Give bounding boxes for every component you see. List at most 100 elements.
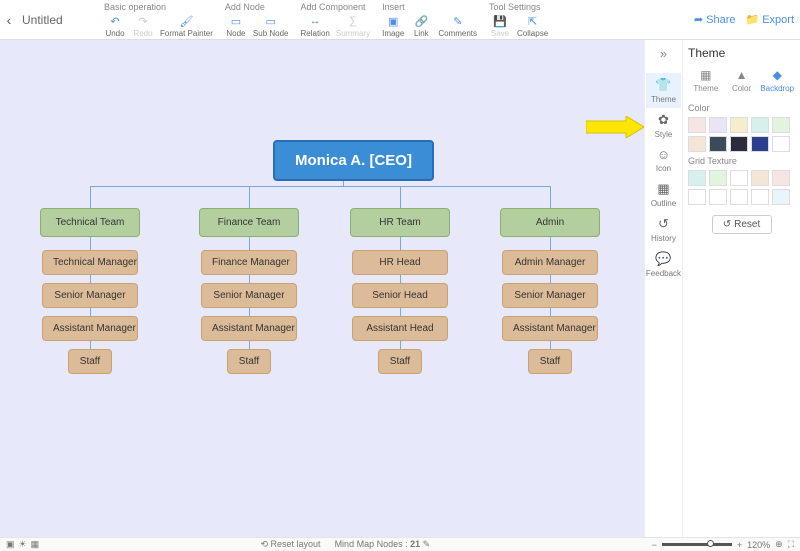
texture-section-label: Grid Texture [688,156,795,166]
color-swatch[interactable] [751,117,769,133]
texture-swatch[interactable] [730,170,748,186]
reset-layout-button[interactable]: ⟲ Reset layout [260,539,320,550]
color-swatch[interactable] [709,136,727,152]
document-title[interactable]: Untitled [18,0,98,39]
color-swatch[interactable] [688,136,706,152]
color-swatch[interactable] [730,117,748,133]
summary-button: ∑Summary [336,14,370,38]
texture-swatch[interactable] [709,189,727,205]
color-swatch[interactable] [709,117,727,133]
panel-tab-theme[interactable]: ▦Theme [688,68,724,93]
node-sub[interactable]: Assistant Manager [201,316,297,341]
node-sub[interactable]: HR Head [352,250,448,275]
texture-swatch[interactable] [751,189,769,205]
rail-outline[interactable]: ▦Outline [646,177,681,212]
top-toolbar: ‹ Untitled Basic operation↶Undo↷Redo🖌For… [0,0,800,40]
save-icon: 💾 [493,14,507,28]
zoom-in-button[interactable]: + [737,540,742,550]
connector-line [90,186,550,187]
node-sub[interactable]: Admin Manager [502,250,598,275]
sb-icon[interactable]: ☀ [19,539,27,550]
color-swatch[interactable] [772,136,790,152]
node-sub[interactable]: Technical Manager [42,250,138,275]
rail-style[interactable]: ✿Style [646,108,681,143]
node-sub[interactable]: Senior Manager [201,283,297,308]
rail-history[interactable]: ↺History [646,212,681,247]
center-view-button[interactable]: ⊕ [775,539,783,550]
theme-icon: 👕 [655,77,671,93]
node-team[interactable]: Technical Team [40,208,140,237]
texture-swatch[interactable] [772,189,790,205]
undo-button[interactable]: ↶Undo [104,14,126,38]
node-sub[interactable]: Assistant Manager [502,316,598,341]
color-swatch[interactable] [772,117,790,133]
node-sub[interactable]: Finance Manager [201,250,297,275]
texture-swatch[interactable] [688,189,706,205]
sb-icon[interactable]: ▣ [6,539,15,550]
texture-swatch[interactable] [730,189,748,205]
fullscreen-button[interactable]: ⛶ [788,539,794,550]
node-sub[interactable]: Assistant Head [352,316,448,341]
panel-tab-backdrop[interactable]: ◆Backdrop [759,68,795,93]
comments-icon: ✎ [451,14,465,28]
connector-line [550,186,551,210]
node-team[interactable]: Admin [500,208,600,237]
connector-line [249,186,250,210]
zoom-slider[interactable] [662,543,732,546]
sb-icon[interactable]: ▦ [31,539,40,550]
node-sub[interactable]: Senior Manager [42,283,138,308]
comments-button[interactable]: ✎Comments [438,14,477,38]
sub-node-icon: ▭ [264,14,278,28]
theme-panel: Theme ▦Theme▲Color◆Backdrop Color Grid T… [682,40,800,537]
export-button[interactable]: 📁Export [746,13,795,26]
texture-swatch[interactable] [751,170,769,186]
icon-icon: ☺ [657,147,670,162]
collapse-button[interactable]: ⇱Collapse [517,14,548,38]
texture-swatch[interactable] [772,170,790,186]
rail-theme[interactable]: 👕Theme [646,73,681,108]
color-swatch[interactable] [688,117,706,133]
node-sub[interactable]: Staff [378,349,422,374]
format-painter-button[interactable]: 🖌Format Painter [160,14,213,38]
canvas[interactable]: Monica A. [CEO] Technical Team Technical … [0,40,644,537]
color-swatch[interactable] [730,136,748,152]
color-swatch[interactable] [751,136,769,152]
collapse-panel-button[interactable]: » [660,46,667,61]
rail-feedback[interactable]: 💬Feedback [646,247,681,282]
texture-swatch[interactable] [709,170,727,186]
summary-icon: ∑ [346,14,360,28]
node-sub[interactable]: Staff [528,349,572,374]
redo-button: ↷Redo [132,14,154,38]
rail-icon[interactable]: ☺Icon [646,143,681,177]
status-bar: ▣ ☀ ▦ ⟲ Reset layout Mind Map Nodes : 21… [0,537,800,551]
redo-icon: ↷ [136,14,150,28]
node-sub[interactable]: Staff [227,349,271,374]
node-team[interactable]: Finance Team [199,208,299,237]
image-icon: ▣ [386,14,400,28]
outline-icon: ▦ [657,181,669,197]
node-sub[interactable]: Senior Manager [502,283,598,308]
image-button[interactable]: ▣Image [382,14,404,38]
node-sub[interactable]: Senior Head [352,283,448,308]
sub-node-button[interactable]: ▭Sub Node [253,14,289,38]
texture-swatch[interactable] [688,170,706,186]
reset-button[interactable]: ↺Reset [712,215,772,234]
share-icon: ➦ [694,13,703,26]
relation-icon: ↔ [308,14,322,28]
color-section-label: Color [688,103,795,113]
node-sub[interactable]: Assistant Manager [42,316,138,341]
node-sub[interactable]: Staff [68,349,112,374]
link-button[interactable]: 🔗Link [410,14,432,38]
panel-tab-color[interactable]: ▲Color [724,68,760,93]
collapse-icon: ⇱ [526,14,540,28]
zoom-level: 120% [747,540,770,550]
node-team[interactable]: HR Team [350,208,450,237]
share-button[interactable]: ➦Share [694,13,736,26]
node-icon: ▭ [229,14,243,28]
node-button[interactable]: ▭Node [225,14,247,38]
node-ceo[interactable]: Monica A. [CEO] [273,140,434,181]
zoom-out-button[interactable]: − [652,540,657,550]
relation-button[interactable]: ↔Relation [301,14,330,38]
back-button[interactable]: ‹ [0,0,18,39]
feedback-icon: 💬 [655,251,671,267]
